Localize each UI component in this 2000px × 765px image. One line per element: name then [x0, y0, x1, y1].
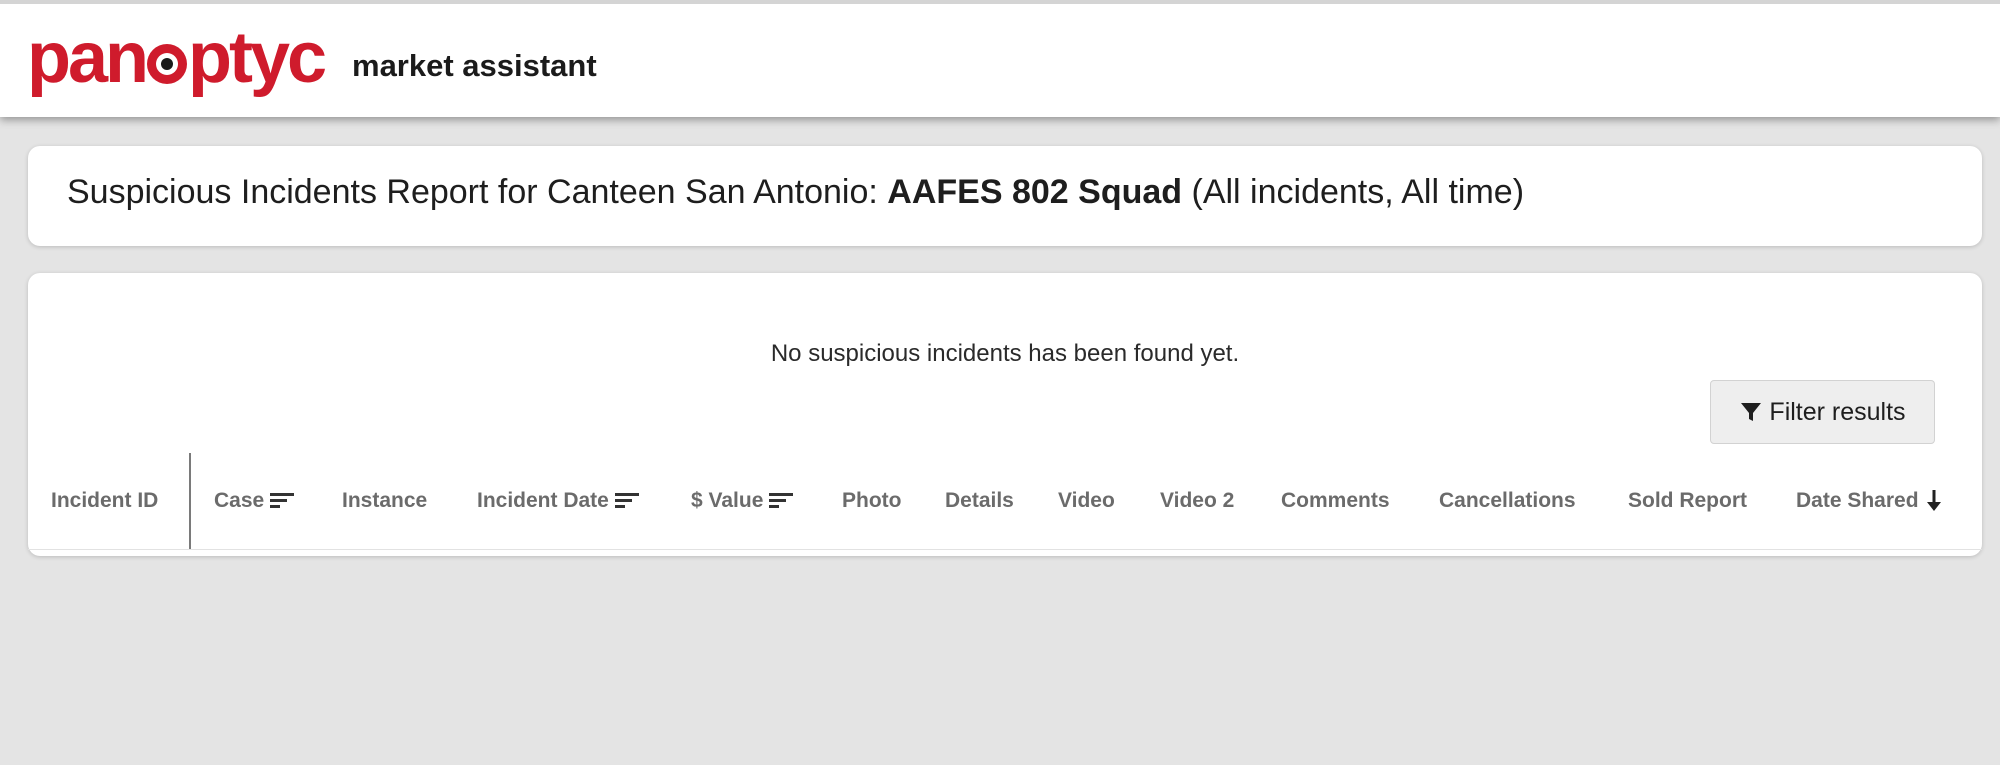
filter-results-button[interactable]: Filter results [1710, 380, 1935, 444]
column-header-cancellations[interactable]: Cancellations [1439, 453, 1576, 549]
column-label: Comments [1281, 489, 1390, 512]
column-header-incident-date[interactable]: Incident Date [477, 453, 639, 549]
sort-lines-icon[interactable] [769, 492, 794, 510]
column-label: Incident ID [51, 489, 159, 512]
column-label: $ Value [691, 489, 764, 512]
app-subtitle: market assistant [352, 48, 597, 83]
column-label: Sold Report [1628, 489, 1747, 512]
column-label: Case [214, 489, 265, 512]
column-label: Cancellations [1439, 489, 1576, 512]
column-header-case[interactable]: Case [214, 453, 295, 549]
empty-state-message: No suspicious incidents has been found y… [770, 340, 1240, 367]
report-title-suffix: (All incidents, All time) [1182, 173, 1525, 211]
report-title-prefix: Suspicious Incidents Report for Canteen … [67, 173, 888, 211]
filter-icon [1741, 403, 1762, 421]
sort-lines-icon[interactable] [614, 492, 639, 510]
column-header-photo[interactable]: Photo [842, 453, 901, 549]
top-bar: pan ptyc market assistant [0, 0, 2000, 117]
incidents-table-card: No suspicious incidents has been found y… [28, 273, 1982, 556]
column-label: Video [1058, 489, 1115, 512]
column-header-date-shared[interactable]: Date Shared [1796, 453, 1943, 549]
column-label: Date Shared [1796, 489, 1919, 512]
column-label: Photo [842, 489, 902, 512]
column-label: Instance [342, 489, 428, 512]
panoptyc-logo[interactable]: pan ptyc [27, 16, 327, 100]
logo-text-right: ptyc [188, 18, 327, 98]
eye-icon [147, 44, 188, 84]
logo-text-left: pan [27, 18, 149, 98]
column-header-value[interactable]: $ Value [691, 453, 794, 549]
column-header-incident-id[interactable]: Incident ID [51, 453, 158, 549]
arrow-down-icon[interactable] [1925, 489, 1943, 513]
column-header-video[interactable]: Video [1058, 453, 1115, 549]
table-header-row: Incident ID Case Instance Incident Date … [28, 453, 1982, 550]
column-header-sold-report[interactable]: Sold Report [1628, 453, 1747, 549]
column-header-details[interactable]: Details [945, 453, 1014, 549]
report-title-card: Suspicious Incidents Report for Canteen … [28, 146, 1982, 246]
column-label: Incident Date [477, 489, 609, 512]
column-header-instance[interactable]: Instance [342, 453, 427, 549]
column-label: Video 2 [1160, 489, 1235, 512]
sort-lines-icon[interactable] [270, 492, 295, 510]
column-header-comments[interactable]: Comments [1281, 453, 1390, 549]
column-divider[interactable] [189, 453, 191, 549]
report-title: Suspicious Incidents Report for Canteen … [67, 173, 1524, 212]
column-header-video-2[interactable]: Video 2 [1160, 453, 1234, 549]
filter-results-label: Filter results [1769, 397, 1906, 426]
report-store-name: AAFES 802 Squad [887, 173, 1183, 211]
column-label: Details [945, 489, 1014, 512]
